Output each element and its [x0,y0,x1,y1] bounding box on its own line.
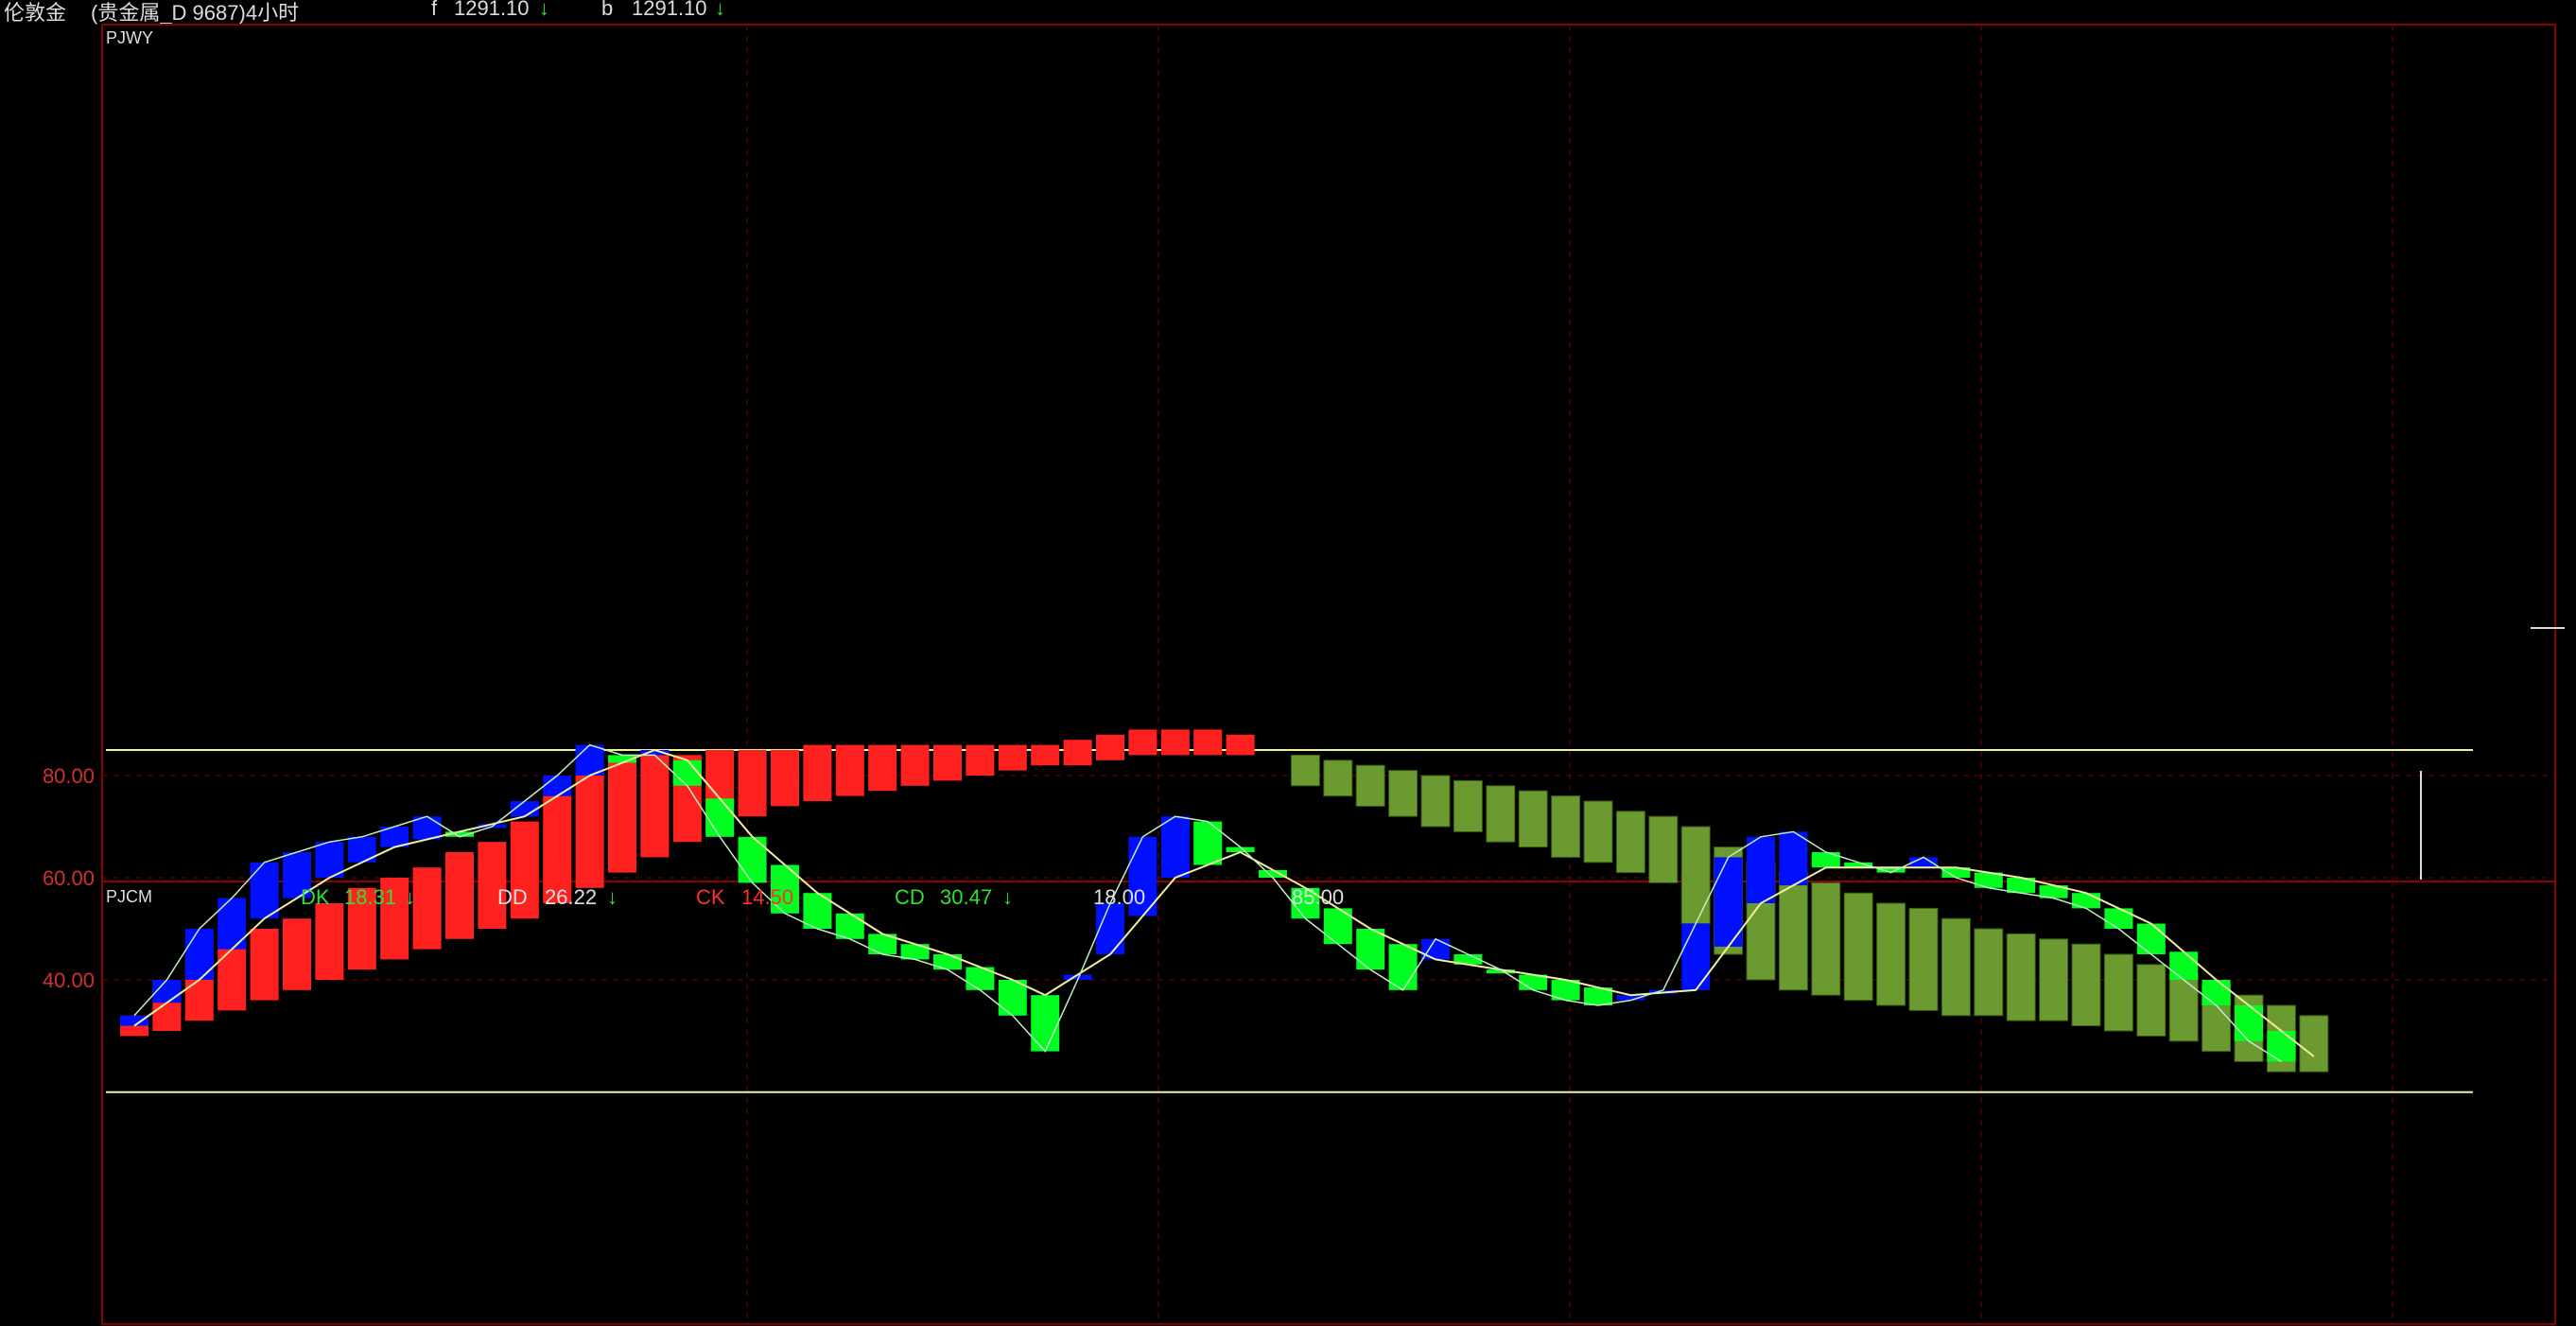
bear-bar [2039,938,2069,1021]
dk-rising-block [1421,938,1450,960]
bear-bar [1290,754,1320,787]
legend-cd-name: CD [895,885,925,909]
bull-bar [315,903,344,980]
bull-bar [283,918,311,990]
dk-rising-block [1747,836,1775,903]
bear-bar [1323,759,1353,797]
dk-falling-block [2104,908,2133,929]
bull-bar [803,744,832,801]
bear-bar [2136,964,2167,1037]
bull-bar [1031,744,1060,766]
legend-cd-arrow: ↓ [1002,885,1013,909]
legend-dk-arrow: ↓ [405,885,415,909]
legend-level-high: 85.00 [1292,885,1345,909]
dk-rising-block [1681,923,1711,990]
legend-ck-name: CK [696,885,725,909]
bull-bar [445,852,474,939]
bull-bar [1193,729,1223,756]
bull-bar [575,770,604,888]
legend-dd-arrow: ↓ [607,885,618,909]
legend-dk-value: 18.31 [344,885,397,909]
legend-dd-name: DD [497,885,528,909]
bear-bar [1420,775,1451,828]
dk-rising-block [1160,816,1190,878]
bear-bar [2299,1015,2329,1073]
dk-falling-block [2202,980,2231,1005]
dk-falling-block [2267,1031,2296,1062]
bull-bar [1226,734,1255,756]
dk-falling-block [705,798,735,837]
bear-bar [1908,907,1939,1011]
bear-bar [1680,826,1711,925]
dk-falling-block [1356,929,1385,970]
bull-bar [1128,729,1157,756]
bear-bar [1551,795,1581,858]
dk-falling-block [2169,951,2199,980]
bull-bar [608,759,636,873]
indicator-tick-label: 40.00 [43,968,95,992]
dk-falling-block [738,836,767,883]
bear-bar [1583,800,1613,864]
dk-falling-block [2136,923,2166,954]
bear-bar [1486,785,1516,843]
dk-rising-block [250,862,279,919]
bear-bar [2071,943,2101,1027]
indicator-panel-frame [101,881,2556,1325]
legend-ck-arrow: ↓ [802,885,812,909]
legend-dd-value: 26.22 [545,885,598,909]
bear-bar [1615,811,1645,874]
bear-bar [1453,779,1483,832]
bear-bar [1355,764,1385,807]
legend-cd-value: 30.47 [940,885,993,909]
bull-bar [771,750,799,807]
indicator-tick-label: 60.00 [43,866,95,890]
bull-bar [218,944,247,1011]
dk-rising-block [120,1015,148,1026]
bear-bar [1518,790,1548,848]
bull-bar [738,750,767,817]
chart-canvas: 1340.001320.001300.001280.0080.0060.0040… [43,24,2565,1325]
dk-rising-block [1779,831,1808,886]
bear-bar [2168,974,2199,1042]
bear-bar [2103,953,2133,1032]
bull-bar [1063,740,1092,766]
dk-falling-block [1193,821,1223,865]
bear-bar [1843,892,1873,1002]
bear-bar [1811,881,1841,996]
indicator-tick-label: 80.00 [43,764,95,788]
bull-bar [1160,729,1190,756]
dk-falling-block [2072,893,2100,909]
bull-bar [250,929,279,1001]
bull-bar [998,744,1027,771]
price-panel-label: PJWY [106,28,154,47]
dk-rising-block [218,898,247,950]
bull-bar [933,744,962,781]
dk-rising-block [543,776,572,796]
dk-rising-block [184,929,214,980]
bull-bar [966,744,995,776]
dk-falling-block [933,954,962,970]
bull-bar [835,744,864,796]
bear-bar [1941,917,1971,1017]
bear-bar [1388,770,1419,817]
legend-dk-name: DK [301,885,330,909]
bear-bar [1876,902,1906,1006]
dk-rising-block [1096,903,1124,954]
legend-level-low: 18.00 [1093,885,1146,909]
price-panel-frame [101,24,2556,882]
bull-bar [412,867,442,950]
bear-bar [1648,815,1679,883]
bear-bar [1974,928,2004,1017]
bull-bar [1096,734,1124,760]
bull-bar [868,744,897,792]
dk-falling-block [2235,1005,2263,1041]
bull-bar [640,755,670,858]
dk-falling-block [1031,995,1060,1052]
dk-falling-block [1811,852,1840,868]
indicator-panel-label: PJCM [106,887,152,906]
legend-ck-value: 14.50 [741,885,794,909]
bear-bar [2006,933,2036,1021]
bull-bar [900,744,930,786]
